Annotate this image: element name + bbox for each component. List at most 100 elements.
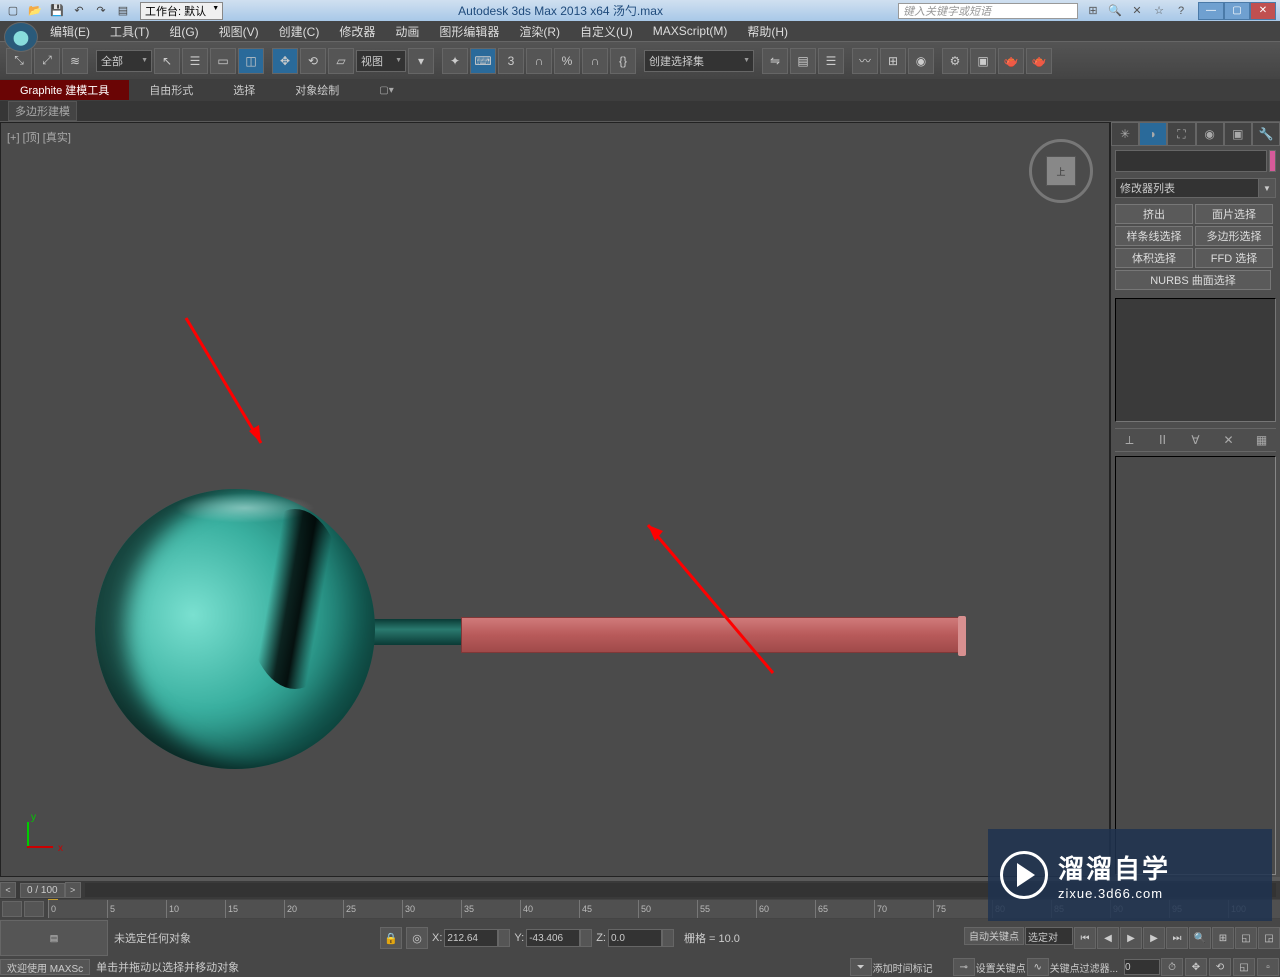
mod-btn-volume[interactable]: 体积选择: [1115, 248, 1193, 268]
project-icon[interactable]: ▤: [114, 3, 132, 19]
viewcube[interactable]: 上: [1029, 139, 1093, 203]
menu-views[interactable]: 视图(V): [209, 21, 269, 42]
selection-filter-dropdown[interactable]: 全部: [96, 50, 152, 72]
timeslider-next-icon[interactable]: >: [65, 882, 81, 898]
ribbon-tab-freeform[interactable]: 自由形式: [129, 80, 213, 100]
material-editor-icon[interactable]: ◉: [908, 48, 934, 74]
time-tag-icon[interactable]: ⏷: [850, 958, 872, 976]
tab-display-icon[interactable]: ▣: [1224, 122, 1252, 146]
save-icon[interactable]: 💾: [48, 3, 66, 19]
ribbon-expand-icon[interactable]: ▢▾: [379, 85, 393, 96]
scale-icon[interactable]: ▱: [328, 48, 354, 74]
keyboard-shortcut-icon[interactable]: ⌨: [470, 48, 496, 74]
mirror-icon[interactable]: ⇋: [762, 48, 788, 74]
nav-min-icon[interactable]: ▫: [1257, 958, 1279, 976]
goto-start-icon[interactable]: ⏮: [1074, 927, 1096, 949]
coord-z-spinner[interactable]: [662, 929, 674, 947]
configure-icon[interactable]: ▦: [1251, 431, 1273, 449]
modifier-stack[interactable]: [1115, 298, 1276, 422]
snap-angle-icon[interactable]: 3: [498, 48, 524, 74]
show-result-icon[interactable]: ⅠⅠ: [1152, 431, 1174, 449]
ribbon-tab-paint[interactable]: 对象绘制: [275, 80, 359, 100]
time-config-icon[interactable]: ⏱: [1161, 958, 1183, 976]
timeslider-prev-icon[interactable]: <: [0, 882, 16, 898]
prev-frame-icon[interactable]: ◀: [1097, 927, 1119, 949]
new-icon[interactable]: ▢: [4, 3, 22, 19]
menu-grapheditors[interactable]: 图形编辑器: [429, 21, 509, 42]
make-unique-icon[interactable]: ∀: [1185, 431, 1207, 449]
named-selection-dropdown[interactable]: 创建选择集: [644, 50, 754, 72]
unlink-icon[interactable]: ⤢: [34, 48, 60, 74]
viewport-label[interactable]: [+] [顶] [真实]: [7, 129, 71, 145]
menu-tools[interactable]: 工具(T): [100, 21, 159, 42]
menu-create[interactable]: 创建(C): [269, 21, 330, 42]
ref-coord-dropdown[interactable]: 视图: [356, 50, 406, 72]
nav-zoom-icon[interactable]: 🔍: [1189, 927, 1211, 949]
object-color-swatch[interactable]: [1269, 150, 1276, 172]
tab-create-icon[interactable]: ✳: [1111, 122, 1139, 146]
maximize-button[interactable]: ▢: [1224, 2, 1250, 20]
modifier-list-dropdown[interactable]: 修改器列表 ▼: [1115, 178, 1259, 198]
goto-end-icon[interactable]: ⏭: [1166, 927, 1188, 949]
search-icon[interactable]: 🔍: [1106, 3, 1124, 19]
nav-pan-icon[interactable]: ✥: [1185, 958, 1207, 976]
menu-edit[interactable]: 编辑(E): [40, 21, 100, 42]
coord-x-input[interactable]: [444, 929, 498, 947]
timeslider-frame[interactable]: 0 / 100: [20, 883, 65, 898]
ribbon-tab-selection[interactable]: 选择: [213, 80, 275, 100]
menu-customize[interactable]: 自定义(U): [570, 21, 643, 42]
move-icon[interactable]: ✥: [272, 48, 298, 74]
layers-icon[interactable]: ☰: [818, 48, 844, 74]
snap-spinner-icon[interactable]: %: [554, 48, 580, 74]
open-icon[interactable]: 📂: [26, 3, 44, 19]
nav-fov-icon[interactable]: ◱: [1235, 927, 1257, 949]
manipulate-icon[interactable]: ✦: [442, 48, 468, 74]
pin-stack-icon[interactable]: ⟂: [1119, 431, 1141, 449]
nav-zoomext-icon[interactable]: ◲: [1258, 927, 1280, 949]
nav-zoomall-icon[interactable]: ⊞: [1212, 927, 1234, 949]
add-time-tag[interactable]: 添加时间标记: [873, 960, 933, 975]
menu-maxscript[interactable]: MAXScript(M): [643, 22, 738, 40]
tab-utilities-icon[interactable]: 🔧: [1252, 122, 1280, 146]
undo-icon[interactable]: ↶: [70, 3, 88, 19]
menu-animation[interactable]: 动画: [385, 21, 429, 42]
bind-icon[interactable]: ≋: [62, 48, 88, 74]
lock-selection-icon[interactable]: 🔒: [380, 927, 402, 949]
redo-icon[interactable]: ↷: [92, 3, 110, 19]
edit-named-icon[interactable]: {}: [610, 48, 636, 74]
minimize-button[interactable]: —: [1198, 2, 1224, 20]
tab-hierarchy-icon[interactable]: ⛶: [1167, 122, 1195, 146]
play-icon[interactable]: ▶: [1120, 927, 1142, 949]
select-region-icon[interactable]: ▭: [210, 48, 236, 74]
exchange-icon[interactable]: ✕: [1128, 3, 1146, 19]
scene-sphere[interactable]: [95, 489, 375, 769]
modifier-list-arrow-icon[interactable]: ▼: [1258, 178, 1276, 198]
application-button[interactable]: ⬤: [4, 22, 38, 52]
trackbar-mini-icon[interactable]: [2, 901, 22, 917]
window-crossing-icon[interactable]: ◫: [238, 48, 264, 74]
ribbon-tab-graphite[interactable]: Graphite 建模工具: [0, 80, 129, 100]
key-filters-icon[interactable]: ∿: [1027, 958, 1049, 976]
menu-group[interactable]: 组(G): [159, 21, 208, 42]
nav-maximize-icon[interactable]: ◱: [1233, 958, 1255, 976]
current-frame-input[interactable]: [1124, 959, 1160, 975]
help-icon[interactable]: ?: [1172, 3, 1190, 19]
workspace-dropdown[interactable]: 工作台: 默认: [140, 2, 223, 20]
ribbon-panel-polymodel[interactable]: 多边形建模: [8, 101, 77, 121]
align-icon[interactable]: ▤: [790, 48, 816, 74]
viewcube-face[interactable]: 上: [1046, 156, 1076, 186]
coord-z-input[interactable]: [608, 929, 662, 947]
mod-btn-spline[interactable]: 样条线选择: [1115, 226, 1193, 246]
coord-y-spinner[interactable]: [580, 929, 592, 947]
render-frame-icon[interactable]: ▣: [970, 48, 996, 74]
snap-toggle-icon[interactable]: ∩: [582, 48, 608, 74]
favorite-icon[interactable]: ☆: [1150, 3, 1168, 19]
menu-rendering[interactable]: 渲染(R): [509, 21, 570, 42]
mod-btn-poly[interactable]: 多边形选择: [1195, 226, 1273, 246]
render-prod-icon[interactable]: 🫖: [1026, 48, 1052, 74]
menu-help[interactable]: 帮助(H): [737, 21, 798, 42]
render-setup-icon[interactable]: ⚙: [942, 48, 968, 74]
schematic-icon[interactable]: ⊞: [880, 48, 906, 74]
remove-mod-icon[interactable]: ✕: [1218, 431, 1240, 449]
coord-x-spinner[interactable]: [498, 929, 510, 947]
